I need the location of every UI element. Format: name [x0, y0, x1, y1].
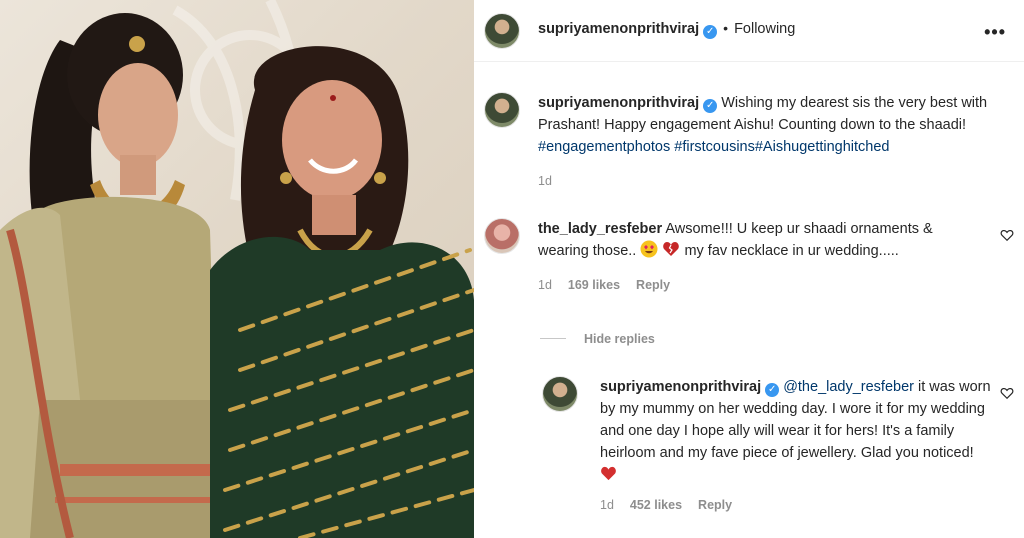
reply-mention[interactable]: @the_lady_resfeber: [783, 379, 914, 395]
comment-reply-button[interactable]: Reply: [636, 278, 670, 292]
hashtag-aishugettinghitched[interactable]: #Aishugettinghitched: [755, 139, 890, 155]
comment-text-end: my fav necklace in ur wedding.....: [684, 243, 899, 259]
author-avatar[interactable]: [484, 13, 520, 49]
verified-badge-icon: ✓: [765, 383, 780, 397]
hide-replies-toggle[interactable]: Hide replies: [540, 330, 655, 348]
verified-badge-icon: ✓: [703, 25, 718, 39]
reply-username[interactable]: supriyamenonprithviraj: [600, 379, 761, 395]
reply: supriyamenonprithviraj ✓ @the_lady_resfeb…: [600, 376, 992, 486]
caption-time[interactable]: 1d: [538, 174, 552, 188]
following-button[interactable]: Following: [734, 21, 795, 37]
comment: the_lady_resfeber Awsome!!! U keep ur sh…: [538, 218, 978, 262]
red-heart-emoji-icon: [601, 466, 616, 481]
heart-eyes-emoji-icon: [640, 240, 658, 258]
reply-avatar[interactable]: [542, 376, 578, 412]
verified-badge-icon: ✓: [703, 99, 718, 113]
commenter-username[interactable]: the_lady_resfeber: [538, 221, 662, 237]
reply-meta: 1d 452 likes Reply: [600, 498, 748, 512]
comment-time[interactable]: 1d: [538, 278, 552, 292]
comment-likes[interactable]: 169 likes: [568, 278, 620, 292]
hashtag-firstcousins[interactable]: #firstcousins: [674, 139, 755, 155]
caption-username[interactable]: supriyamenonprithviraj: [538, 95, 699, 111]
commenter-avatar[interactable]: [484, 218, 520, 254]
more-options-icon[interactable]: •••: [984, 22, 1006, 43]
caption: supriyamenonprithviraj ✓ Wishing my deare…: [538, 92, 1008, 158]
reply-reply-button[interactable]: Reply: [698, 498, 732, 512]
reply-time[interactable]: 1d: [600, 498, 614, 512]
reply-likes[interactable]: 452 likes: [630, 498, 682, 512]
separator-dot: •: [723, 20, 729, 36]
comment-meta: 1d 169 likes Reply: [538, 278, 686, 292]
broken-heart-emoji-icon: [663, 242, 680, 256]
author-username[interactable]: supriyamenonprithviraj: [538, 21, 699, 37]
post-photo[interactable]: [0, 0, 474, 538]
engagement-photo-illustration: [0, 0, 474, 538]
post-details-panel: supriyamenonprithviraj ✓ • Following ••• su…: [474, 0, 1024, 538]
like-comment-heart-icon[interactable]: [1000, 228, 1014, 242]
like-reply-heart-icon[interactable]: [1000, 386, 1014, 400]
post-header: supriyamenonprithviraj ✓ • Following •••: [474, 0, 1024, 62]
caption-avatar[interactable]: [484, 92, 520, 128]
caption-meta: 1d: [538, 174, 568, 188]
author-line: supriyamenonprithviraj ✓ • Following: [538, 20, 795, 39]
hide-replies-label[interactable]: Hide replies: [584, 332, 655, 346]
hide-replies-divider: [540, 338, 566, 340]
hashtag-engagementphotos[interactable]: #engagementphotos: [538, 139, 670, 155]
